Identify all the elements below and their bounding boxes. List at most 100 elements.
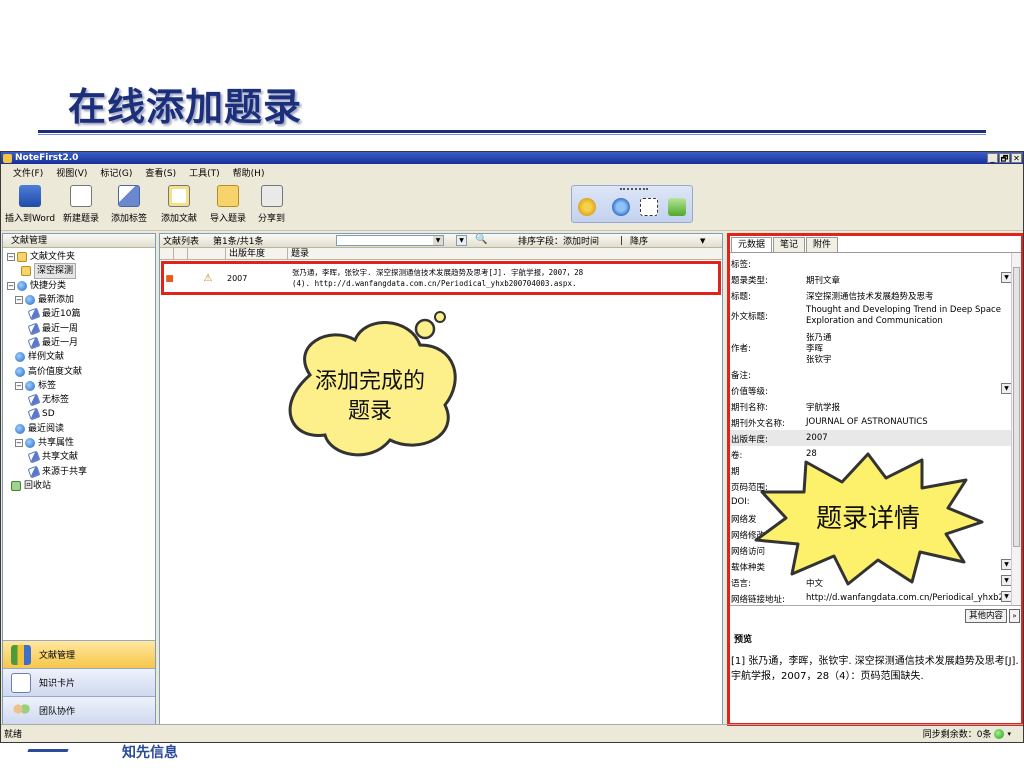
collapse-toggle-icon[interactable]: − bbox=[15, 439, 23, 447]
sort-dropdown-icon[interactable]: ▼ bbox=[700, 237, 705, 245]
search-icon[interactable]: 🔍 bbox=[475, 235, 487, 246]
metadata-row[interactable]: 标签: bbox=[730, 255, 1012, 271]
chevron-down-icon[interactable]: ▼ bbox=[433, 236, 443, 245]
chevron-down-icon[interactable]: » bbox=[1009, 609, 1020, 623]
menu-help[interactable]: 帮助(H) bbox=[233, 166, 265, 179]
tag-icon bbox=[27, 336, 41, 350]
nav-document-management[interactable]: 文献管理 bbox=[3, 640, 155, 668]
tree-item[interactable]: 深空探测 bbox=[3, 263, 155, 280]
metadata-row[interactable]: 出版年度: 2007 bbox=[730, 430, 1012, 446]
collapse-toggle-icon[interactable]: − bbox=[15, 381, 23, 390]
menu-mark[interactable]: 标记(G) bbox=[100, 166, 132, 179]
tree-item[interactable]: − 文献文件夹 bbox=[3, 250, 155, 264]
metadata-label: 期刊名称: bbox=[731, 403, 768, 413]
tree-item[interactable]: 共享文献 bbox=[3, 450, 155, 464]
metadata-row[interactable]: 网络链接地址: http://d.wanfangdata.com.cn/Perio… bbox=[730, 590, 1012, 605]
column-header-record[interactable]: 题录 bbox=[288, 248, 722, 259]
page-info: 第1条/共1条 bbox=[213, 237, 264, 247]
column-header-attach[interactable] bbox=[188, 248, 226, 259]
other-content-button[interactable]: 其他内容 bbox=[964, 609, 1007, 623]
close-button[interactable]: ✕ bbox=[1011, 153, 1022, 163]
filter-dropdown[interactable]: ▼ bbox=[336, 235, 444, 246]
select-icon[interactable] bbox=[640, 198, 658, 216]
tree-item[interactable]: 最近10篇 bbox=[3, 307, 155, 321]
globe-icon bbox=[15, 366, 25, 377]
new-record-button[interactable]: 新建题录 bbox=[63, 185, 99, 224]
metadata-row[interactable]: 标题: 深空探测通信技术发展趋势及思考 bbox=[730, 287, 1012, 303]
toolbar-grip[interactable] bbox=[620, 188, 648, 190]
export-icon[interactable] bbox=[668, 198, 686, 216]
import-records-button[interactable]: 导入题录 bbox=[210, 185, 246, 224]
menu-search[interactable]: 查看(S) bbox=[145, 166, 176, 179]
browser-icon[interactable] bbox=[612, 198, 630, 216]
add-document-button[interactable]: 添加文献 bbox=[161, 185, 197, 224]
sync-dropdown-icon[interactable]: ▾ bbox=[1007, 730, 1011, 738]
add-tag-button[interactable]: 添加标签 bbox=[111, 185, 147, 224]
tab-attachments[interactable]: 附件 bbox=[806, 237, 839, 252]
metadata-row[interactable]: 题录类型: 期刊文章 ▼ bbox=[730, 271, 1012, 287]
menu-tools[interactable]: 工具(T) bbox=[189, 166, 220, 179]
metadata-row[interactable]: 期刊外文名称: JOURNAL OF ASTRONAUTICS bbox=[730, 414, 1012, 430]
warning-icon: ⚠ bbox=[203, 273, 213, 284]
tab-metadata[interactable]: 元数据 bbox=[731, 237, 773, 252]
tree-item[interactable]: 高价值度文献 bbox=[3, 364, 155, 378]
sort-field-label[interactable]: 排序字段：添加时间 bbox=[518, 234, 599, 247]
column-header-type[interactable] bbox=[174, 248, 188, 259]
tree-item-label: 最新添加 bbox=[38, 295, 75, 306]
globe-icon bbox=[25, 438, 35, 448]
maximize-button[interactable]: 🗗 bbox=[999, 153, 1010, 163]
tree-item[interactable]: 来源于共享 bbox=[3, 464, 155, 479]
flower-icon[interactable] bbox=[578, 198, 596, 216]
tree-item[interactable]: SD bbox=[3, 407, 155, 421]
share-to-button[interactable]: 分享到 bbox=[258, 185, 285, 224]
minimize-button[interactable]: _ bbox=[987, 153, 998, 163]
metadata-label: 题录类型: bbox=[731, 276, 768, 286]
metadata-row[interactable]: 期刊名称: 宇航学报 bbox=[730, 398, 1012, 414]
unread-flag-icon: ■ bbox=[165, 274, 174, 284]
notefirst-window: NoteFirst2.0 _ 🗗 ✕ 文件(F) 视图(V) 标记(G) 查看(… bbox=[0, 151, 1024, 743]
tree-item[interactable]: − 共享属性 bbox=[3, 436, 155, 450]
tree-item[interactable]: − 最新添加 bbox=[3, 293, 155, 307]
logo-mark-icon bbox=[27, 738, 73, 752]
collapse-toggle-icon[interactable]: − bbox=[7, 253, 15, 262]
table-row[interactable]: ■ ⚠ 2007 张乃通，李晖，张钦宇. 深空探测通信技术发展趋势及思考[J].… bbox=[161, 261, 721, 295]
column-header-year[interactable]: 出版年度 bbox=[226, 248, 288, 259]
tree-item[interactable]: 样例文献 bbox=[3, 350, 155, 364]
status-text: 就绪 bbox=[4, 730, 23, 740]
metadata-label: 备注: bbox=[731, 371, 751, 381]
tree-item[interactable]: − 快捷分类 bbox=[3, 279, 155, 293]
tree-item[interactable]: 最近阅读 bbox=[3, 422, 155, 436]
nav-team-collaboration[interactable]: 团队协作 bbox=[3, 696, 155, 724]
share-icon bbox=[260, 185, 283, 207]
sort-order[interactable]: 降序 bbox=[630, 234, 648, 247]
tree-item[interactable]: 回收站 bbox=[3, 479, 155, 493]
metadata-row[interactable]: 价值等级: ▼ bbox=[730, 382, 1012, 398]
tree-item[interactable]: − 标签 bbox=[3, 379, 155, 393]
tree-item-label: 样例文献 bbox=[28, 352, 65, 363]
metadata-row[interactable]: 作者: 张乃通 李晖 张钦宇 bbox=[730, 329, 1012, 366]
nav-knowledge-cards[interactable]: 知识卡片 bbox=[3, 668, 155, 696]
tab-notes[interactable]: 笔记 bbox=[773, 237, 806, 252]
metadata-row[interactable]: 备注: bbox=[730, 366, 1012, 382]
filter-apply-button[interactable]: ▼ bbox=[456, 235, 467, 246]
sync-status-icon[interactable] bbox=[994, 728, 1005, 739]
collapse-toggle-icon[interactable]: − bbox=[7, 281, 15, 290]
column-header-flag[interactable] bbox=[160, 248, 174, 259]
cards-icon bbox=[11, 672, 31, 693]
menu-view[interactable]: 视图(V) bbox=[56, 166, 87, 179]
metadata-value: 宇航学报 bbox=[806, 403, 841, 413]
tree-item[interactable]: 无标签 bbox=[3, 393, 155, 407]
metadata-label: 期刊外文名称: bbox=[731, 419, 785, 429]
metadata-scrollbar[interactable] bbox=[1011, 253, 1021, 605]
metadata-label: 标签: bbox=[731, 260, 751, 270]
tree-item-label: 高价值度文献 bbox=[28, 366, 83, 377]
record-details-callout: 题录详情 bbox=[752, 452, 984, 586]
sync-remaining: 同步剩余数：0条 bbox=[922, 730, 992, 740]
collapse-toggle-icon[interactable]: − bbox=[15, 296, 23, 305]
tree-item[interactable]: 最近一周 bbox=[3, 321, 155, 336]
metadata-row[interactable]: 外文标题: Thought and Developing Trend in Dee… bbox=[730, 303, 1012, 329]
tree-item[interactable]: 最近一月 bbox=[3, 336, 155, 350]
menu-file[interactable]: 文件(F) bbox=[13, 166, 43, 179]
insert-to-word-button[interactable]: 插入到Word bbox=[5, 185, 55, 224]
scroll-thumb[interactable] bbox=[1013, 267, 1020, 547]
